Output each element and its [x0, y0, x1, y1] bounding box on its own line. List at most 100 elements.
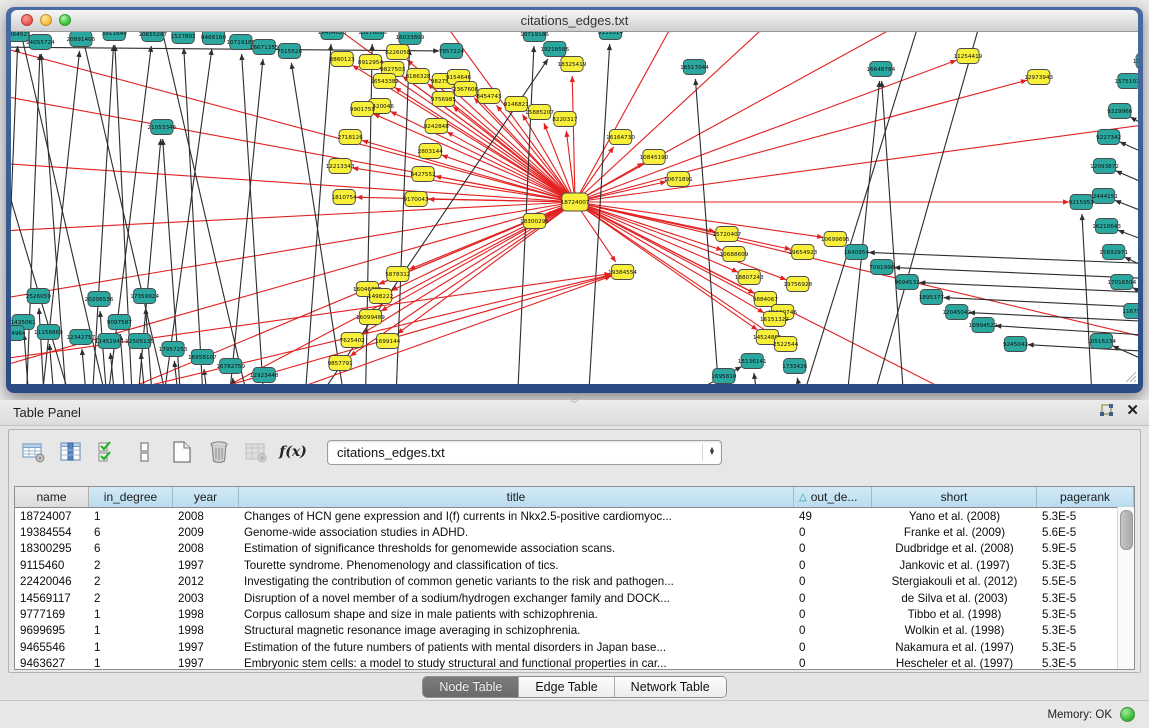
graph-node[interactable]: 12093872 — [1090, 159, 1119, 174]
row-height-icon[interactable] — [132, 439, 158, 465]
graph-node[interactable]: 16210643 — [1092, 219, 1121, 234]
scrollbar-thumb[interactable] — [1120, 510, 1133, 550]
graph-node[interactable]: 10994522 — [969, 318, 998, 333]
graph-node[interactable]: 17359924 — [130, 289, 159, 304]
graph-node[interactable]: 11451944 — [95, 334, 124, 349]
graph-node[interactable]: 12923448 — [250, 368, 279, 383]
network-window[interactable]: citations_edges.txt 18645212405572420891… — [6, 7, 1143, 393]
graph-node[interactable]: 16671355 — [250, 40, 279, 55]
graph-node[interactable]: 8860123 — [330, 52, 356, 67]
column-header-pagerank[interactable]: pagerank — [1037, 487, 1134, 507]
graph-node[interactable]: 9694532 — [895, 275, 921, 290]
graph-node[interactable]: 9242848 — [424, 119, 450, 134]
graph-node[interactable]: 15720407 — [712, 227, 741, 242]
graph-node[interactable]: 10655287 — [138, 32, 167, 42]
graph-node[interactable]: 9097587 — [107, 315, 133, 330]
graph-node[interactable]: 15885207 — [525, 105, 554, 120]
graph-node[interactable]: 7515526 — [277, 44, 303, 59]
delete-table-icon[interactable] — [243, 439, 269, 465]
tab-node-table[interactable]: Node Table — [423, 677, 519, 697]
graph-node[interactable]: 5878312 — [385, 267, 411, 282]
graph-node[interactable]: 18325419 — [558, 57, 587, 72]
graph-node[interactable]: 19756928 — [783, 277, 812, 292]
graph-node[interactable]: 17957253 — [159, 342, 188, 357]
graph-node[interactable]: 17016504 — [1107, 275, 1136, 290]
graph-node[interactable]: 16164730 — [606, 130, 635, 145]
graph-node[interactable]: 16543382 — [370, 74, 399, 89]
graph-node[interactable]: 11254408 — [1133, 54, 1138, 69]
column-header-name[interactable]: name — [15, 487, 89, 507]
graph-node[interactable]: 1498222 — [368, 289, 394, 304]
graph-node[interactable]: 7625402 — [340, 333, 366, 348]
graph-node[interactable]: 15692971 — [1099, 245, 1128, 260]
show-column-icon[interactable] — [58, 439, 84, 465]
graph-node[interactable]: 16782759 — [216, 359, 245, 374]
minimize-window-button[interactable] — [40, 14, 52, 26]
graph-node[interactable]: 18300295 — [520, 214, 549, 229]
graph-node[interactable]: 1895377 — [919, 290, 945, 305]
graph-node[interactable]: 10719186 — [520, 32, 549, 42]
graph-node[interactable]: 10688609 — [720, 247, 749, 262]
graph-node[interactable]: 10699695 — [821, 232, 850, 247]
float-window-icon[interactable] — [1099, 404, 1114, 418]
citation-network-graph[interactable]: 1864521240557242089140639116491065528715… — [11, 32, 1138, 384]
graph-node[interactable]: 16648784 — [866, 62, 895, 77]
graph-node[interactable]: 1810754 — [332, 190, 358, 205]
table-row[interactable]: 977716911998Corpus callosum shape and si… — [15, 606, 1134, 622]
graph-node[interactable]: 20206536 — [85, 292, 114, 307]
column-header-out_degree[interactable]: △out_de... — [794, 487, 872, 507]
graph-node[interactable]: 3914964 — [11, 326, 26, 341]
graph-node[interactable]: 11254419 — [953, 49, 982, 64]
graph-node[interactable]: 9901759 — [350, 102, 376, 117]
network-canvas[interactable]: 1864521240557242089140639116491065528715… — [11, 32, 1138, 384]
graph-node[interactable]: 18807243 — [735, 270, 764, 285]
graph-node[interactable]: 9245042 — [1003, 337, 1029, 352]
graph-node[interactable]: 2522544 — [773, 337, 799, 352]
table-row[interactable]: 1938455462009Genome-wide association stu… — [15, 524, 1134, 540]
table-row[interactable]: 946362711997Embryonic stem cells: a mode… — [15, 656, 1134, 669]
table-settings-icon[interactable] — [21, 439, 47, 465]
graph-node[interactable]: 7091998 — [869, 260, 895, 275]
zoom-window-button[interactable] — [59, 14, 71, 26]
graph-node[interactable]: 15276026 — [358, 32, 387, 40]
graph-node[interactable]: 8466160 — [201, 32, 227, 45]
graph-node[interactable]: 8427552 — [411, 167, 437, 182]
graph-node[interactable]: 16099489 — [356, 310, 385, 325]
tab-network-table[interactable]: Network Table — [615, 677, 726, 697]
graph-node[interactable]: 9170043 — [403, 192, 429, 207]
graph-node[interactable]: 1167533 — [1122, 304, 1138, 319]
function-builder-icon[interactable]: f(x) — [280, 439, 306, 465]
tab-edge-table[interactable]: Edge Table — [519, 677, 614, 697]
graph-node[interactable]: 9756985 — [431, 92, 457, 107]
graph-node[interactable]: 3911649 — [102, 32, 128, 41]
graph-node[interactable]: 19218586 — [540, 42, 569, 57]
graph-node[interactable]: 18724007 — [561, 193, 590, 211]
graph-node[interactable]: 2367608 — [453, 82, 479, 97]
graph-node[interactable]: 2526059 — [26, 289, 52, 304]
select-columns-icon[interactable] — [95, 439, 121, 465]
graph-node[interactable]: 12213343 — [326, 159, 355, 174]
graph-node[interactable]: 9227342 — [1096, 130, 1122, 145]
window-titlebar[interactable]: citations_edges.txt — [11, 10, 1138, 32]
graph-node[interactable]: 12342757 — [66, 330, 95, 345]
close-window-button[interactable] — [21, 14, 33, 26]
column-header-title[interactable]: title — [239, 487, 794, 507]
graph-node[interactable]: 8186328 — [405, 69, 431, 84]
graph-node[interactable]: 7857224 — [439, 44, 465, 59]
graph-node[interactable]: 1699144 — [375, 334, 401, 349]
column-header-year[interactable]: year — [173, 487, 239, 507]
graph-node[interactable]: 16151322 — [760, 312, 789, 327]
new-table-icon[interactable] — [169, 439, 195, 465]
graph-node[interactable]: 8220317 — [552, 112, 578, 127]
graph-node[interactable]: 12973943 — [1024, 70, 1053, 85]
graph-node[interactable]: 10516234 — [1087, 334, 1116, 349]
graph-node[interactable]: 15136141 — [738, 354, 767, 369]
graph-node[interactable]: 20891406 — [66, 32, 95, 47]
graph-node[interactable]: 12045042 — [942, 305, 971, 320]
table-select-combobox[interactable]: citations_edges.txt ▲▼ — [327, 440, 722, 465]
graph-node[interactable]: 1640954 — [844, 245, 870, 260]
graph-node[interactable]: 16958107 — [188, 350, 217, 365]
graph-node[interactable]: 8226058 — [385, 45, 411, 60]
combobox-arrows-icon[interactable]: ▲▼ — [702, 444, 721, 461]
graph-node[interactable]: 1695810 — [711, 369, 737, 384]
